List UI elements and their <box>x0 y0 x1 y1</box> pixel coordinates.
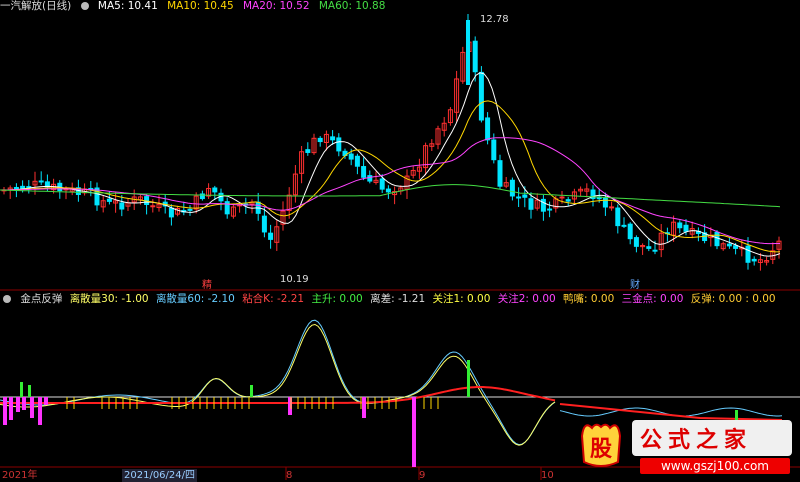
candle-body <box>13 186 19 190</box>
histogram-bar <box>30 397 34 418</box>
candle-body <box>367 175 373 182</box>
candle-body <box>615 207 621 227</box>
high-candle <box>466 20 470 85</box>
main-rise-bar <box>467 360 470 397</box>
candle-body <box>168 207 174 218</box>
candle-body <box>683 224 689 232</box>
candle-body <box>516 196 522 199</box>
jing-marker: 精 <box>202 278 212 291</box>
candle-body <box>305 149 311 153</box>
x-label-oct: 10 <box>541 470 554 481</box>
candle-body <box>348 153 354 160</box>
candle-body <box>212 187 218 193</box>
candle-body <box>150 205 156 208</box>
candle-body <box>478 71 484 121</box>
main-rise-bar <box>250 385 253 397</box>
candle-body <box>472 40 478 73</box>
candle-body <box>751 258 757 262</box>
histogram-bar <box>362 397 366 418</box>
x-label-cursor-date: 2021/06/24/四 <box>122 469 198 482</box>
histogram-bar <box>16 397 20 412</box>
candle-body <box>602 197 608 208</box>
candle-body <box>187 208 193 211</box>
candle-body <box>38 180 44 183</box>
candle-body <box>547 208 553 211</box>
histogram-bar <box>22 397 26 410</box>
discrete30-line <box>0 323 556 446</box>
candle-body <box>330 136 336 141</box>
candle-body <box>20 185 26 190</box>
histogram-bar <box>38 397 42 425</box>
candle-body <box>540 198 546 212</box>
x-label-aug: 8 <box>286 470 293 481</box>
candle-body <box>559 196 565 199</box>
badge-char: 股 <box>590 436 612 462</box>
candle-body <box>652 249 658 252</box>
candle-body <box>745 245 751 263</box>
candle-body <box>379 178 385 190</box>
candle-body <box>485 117 491 141</box>
candle-body <box>646 246 652 249</box>
x-label-sep: 9 <box>419 470 426 481</box>
candle-body <box>633 237 639 247</box>
candle-body <box>119 202 125 210</box>
x-label-year: 2021年 <box>2 470 38 481</box>
candle-body <box>733 245 739 249</box>
candle-body <box>726 243 732 247</box>
candle-body <box>528 198 534 210</box>
histogram-bar <box>9 397 13 420</box>
watermark-url: www.gszj100.com <box>640 458 790 474</box>
candle-body <box>509 179 515 197</box>
moving-average-lines <box>0 72 781 257</box>
ma10-line <box>0 100 781 253</box>
histogram-bar <box>3 397 7 425</box>
candle-body <box>677 222 683 229</box>
high-price-label: 12.78 <box>480 14 509 25</box>
main-rise-bar <box>20 382 23 397</box>
watermark-title: 公式之家 <box>640 427 753 453</box>
chart-canvas[interactable]: 12.78 10.19 精 财 <box>0 0 800 482</box>
watermark: 股 公式之家 www.gszj100.com <box>570 418 800 476</box>
candle-body <box>714 231 720 247</box>
ma5-line <box>0 72 781 257</box>
candle-body <box>522 194 528 198</box>
histogram-bar <box>412 397 416 467</box>
cai-marker: 财 <box>630 278 640 291</box>
stock-badge-icon: 股 <box>580 423 622 467</box>
candle-body <box>336 137 342 152</box>
candle-body <box>627 223 633 240</box>
candle-body <box>385 188 391 193</box>
histogram-bar <box>44 397 48 405</box>
candle-body <box>361 166 367 178</box>
candle-body <box>106 198 112 202</box>
candle-body <box>609 206 615 209</box>
candle-body <box>497 160 503 187</box>
candle-body <box>354 155 360 167</box>
candle-body <box>268 232 274 240</box>
candle-body <box>261 215 267 233</box>
candle-body <box>565 199 571 202</box>
candle-body <box>491 139 497 161</box>
main-rise-bar <box>28 385 31 397</box>
low-price-label: 10.19 <box>280 274 309 285</box>
candle-body <box>621 224 627 227</box>
discrete60-line <box>0 319 556 446</box>
candle-body <box>317 137 323 143</box>
